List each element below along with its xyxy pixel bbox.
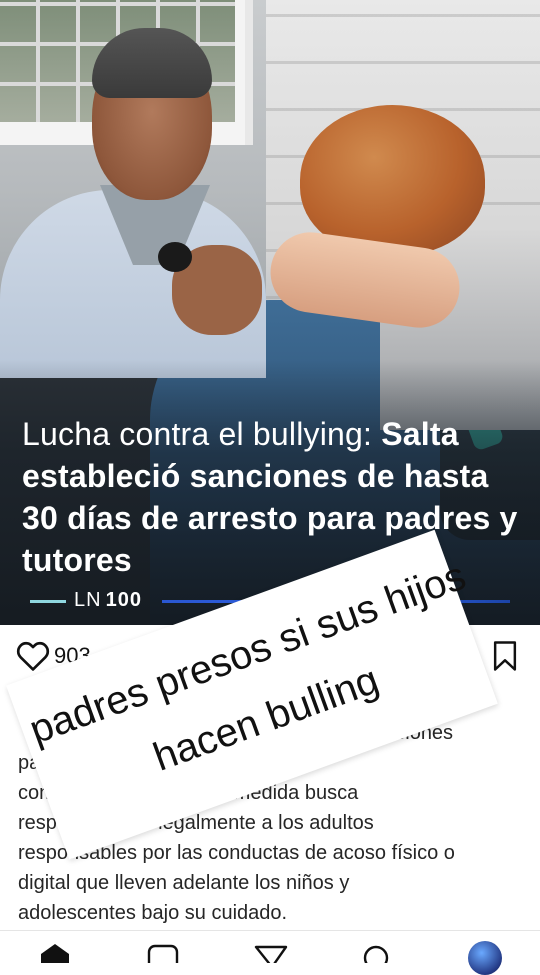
brand-num: 100: [105, 589, 142, 611]
nav-search[interactable]: [360, 943, 394, 971]
bottom-nav: [0, 930, 540, 975]
kid-head: [300, 105, 485, 255]
brand-ln: LN: [74, 589, 102, 611]
caption-line-8: adolescentes bajo su cuidado.: [18, 902, 288, 924]
avatar[interactable]: [468, 941, 502, 975]
home-icon: [41, 944, 69, 963]
nav-messages[interactable]: [254, 943, 288, 969]
post-image[interactable]: Lucha contra el bullying: Salta establec…: [0, 0, 540, 625]
brand-line-left: [30, 600, 66, 603]
nav-reels[interactable]: [146, 943, 180, 972]
save-button[interactable]: [490, 640, 520, 672]
bookmark-icon: [493, 641, 517, 671]
reels-icon: [147, 944, 179, 972]
search-icon: [363, 945, 389, 971]
brand-logo: LN 100: [74, 589, 142, 612]
send-icon: [254, 945, 288, 969]
nav-home[interactable]: [38, 943, 72, 963]
headline-light: Lucha contra el bullying:: [22, 416, 382, 452]
microphone: [158, 242, 192, 272]
speaker-inset: [0, 0, 266, 378]
